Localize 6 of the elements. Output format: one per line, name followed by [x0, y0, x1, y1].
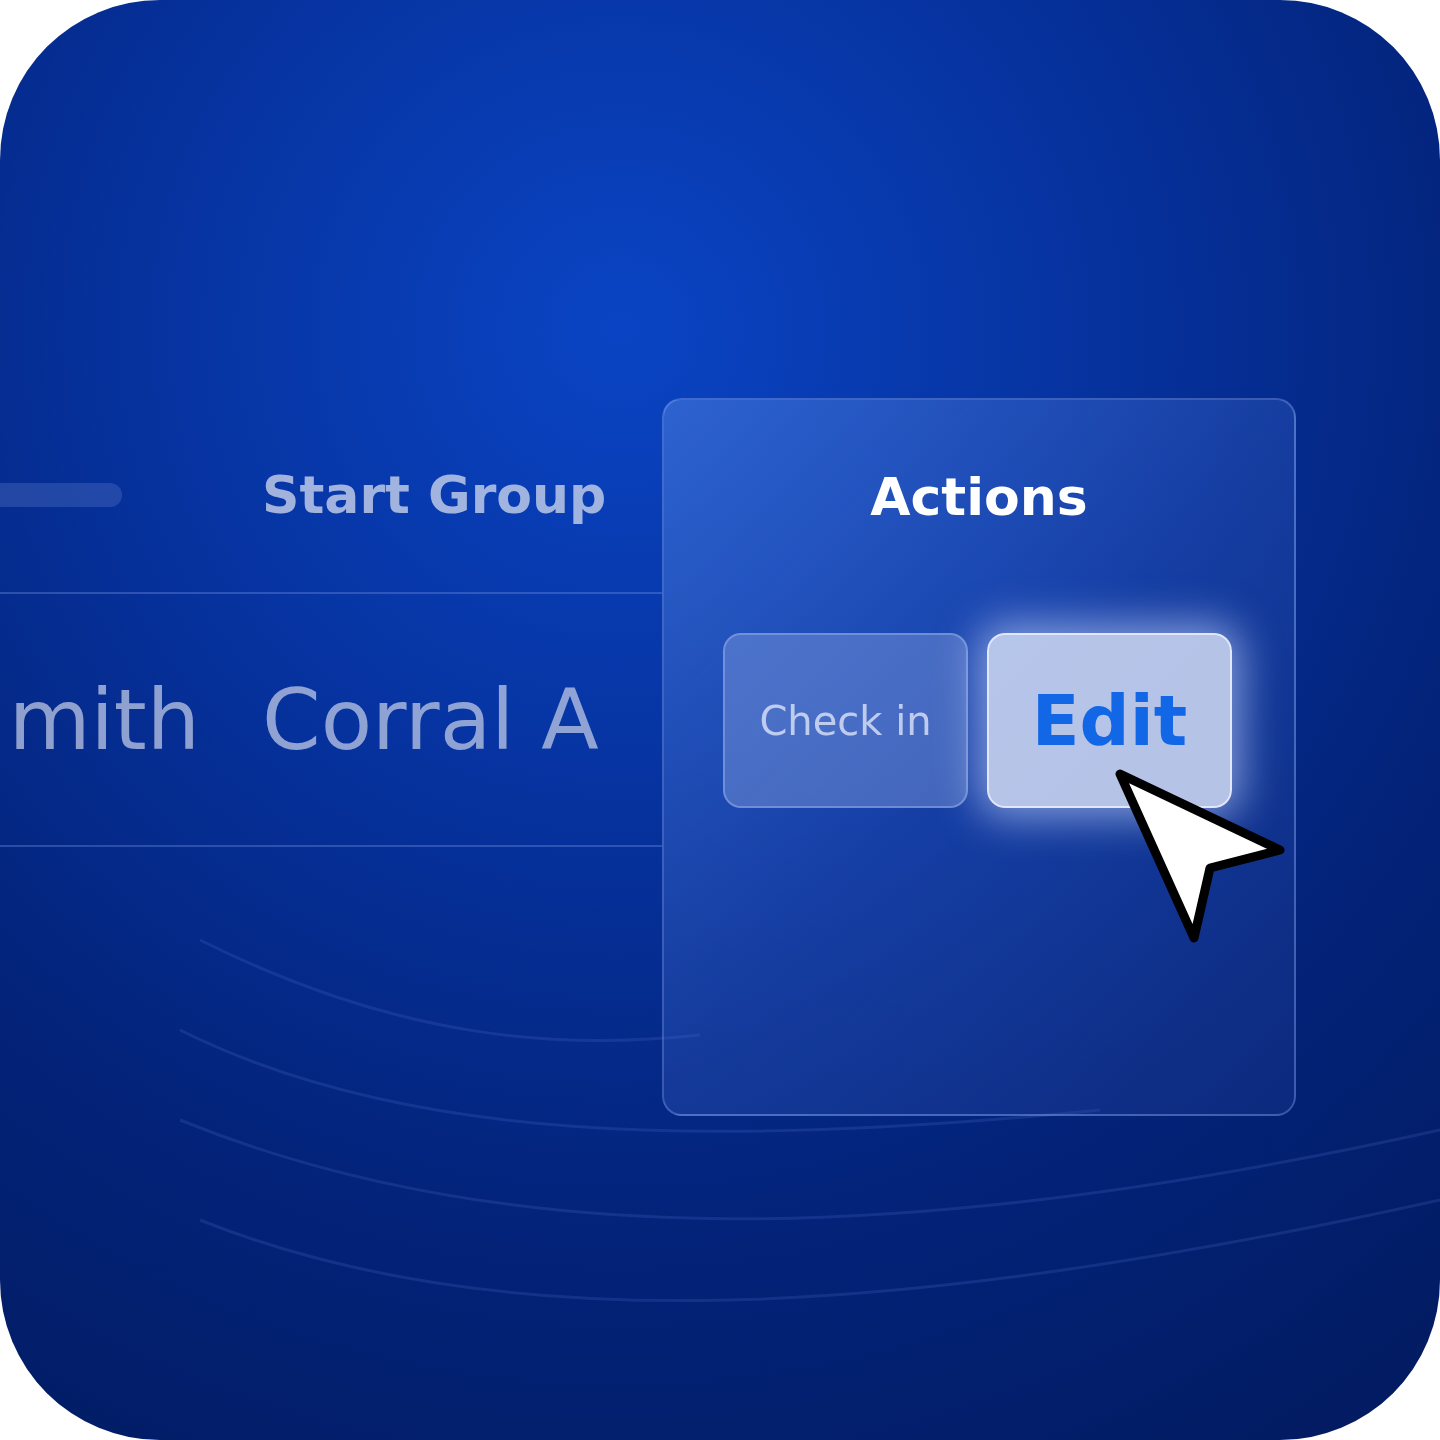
table-cell: mith: [8, 670, 200, 769]
table-cell: Corral A: [262, 670, 599, 769]
action-button[interactable]: Check in: [723, 633, 968, 808]
column-header: Actions: [870, 467, 1088, 527]
column-header: Start Group: [262, 465, 607, 525]
action-button[interactable]: Edit: [987, 633, 1232, 808]
